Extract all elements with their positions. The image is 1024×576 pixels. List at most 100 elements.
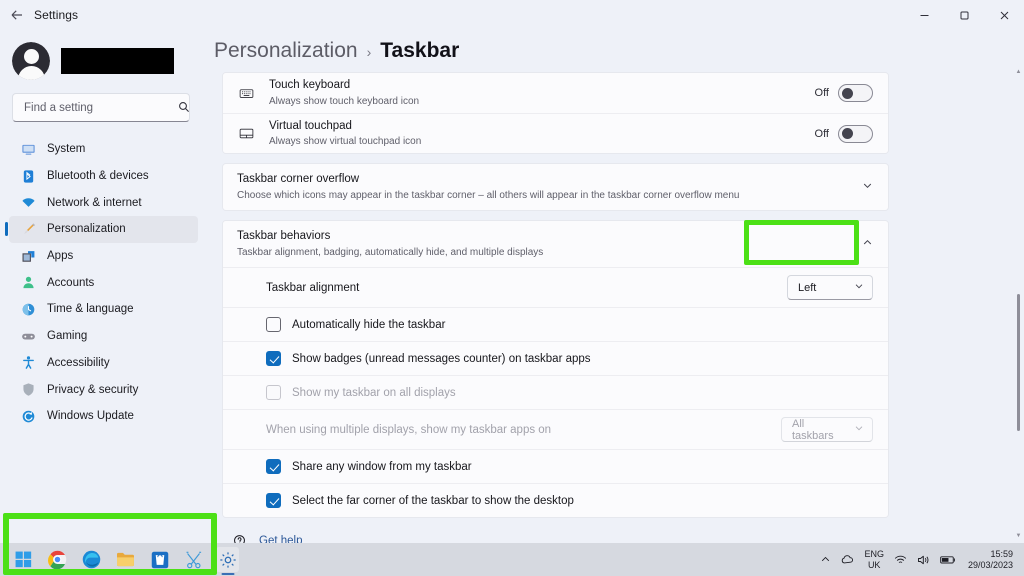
search-input[interactable]: [24, 101, 178, 114]
row-subtitle: Always show touch keyboard icon: [269, 95, 420, 107]
start-icon[interactable]: [12, 547, 35, 572]
search-box[interactable]: [12, 93, 190, 122]
taskbar-icons-card: Touch keyboard Always show touch keyboar…: [222, 72, 889, 155]
chevron-up-icon[interactable]: [820, 554, 831, 565]
language-indicator[interactable]: ENG UK: [864, 549, 884, 570]
sidebar-item-bluetooth-devices[interactable]: Bluetooth & devices: [9, 163, 198, 190]
sidebar-item-label: System: [47, 143, 86, 156]
scrollbar-thumb[interactable]: [1017, 294, 1020, 431]
window-body: System Bluetooth & devices Network & int…: [0, 30, 1024, 543]
multiple-displays-value: All taskbars: [792, 417, 834, 442]
row-auto-hide-taskbar[interactable]: Automatically hide the taskbar: [223, 307, 888, 342]
battery-icon[interactable]: [940, 555, 956, 565]
far-corner-checkbox[interactable]: [266, 493, 281, 509]
sidebar-item-time-language[interactable]: Time & language: [9, 296, 198, 323]
row-share-any-window[interactable]: Share any window from my taskbar: [223, 449, 888, 484]
sidebar-item-gaming[interactable]: Gaming: [9, 323, 198, 350]
speaker-icon[interactable]: [917, 554, 930, 566]
sidebar-item-privacy-security[interactable]: Privacy & security: [9, 376, 198, 403]
close-button[interactable]: [984, 0, 1024, 30]
avatar: [12, 41, 50, 80]
sidebar-item-accessibility[interactable]: Accessibility: [9, 350, 198, 377]
help-icon: [231, 534, 247, 543]
sidebar-item-personalization[interactable]: Personalization: [9, 216, 198, 243]
tray-time: 15:59: [990, 548, 1013, 559]
row-touch-keyboard[interactable]: Touch keyboard Always show touch keyboar…: [223, 73, 888, 114]
bluetooth-icon: [20, 168, 36, 184]
breadcrumb-separator: ›: [366, 44, 372, 60]
language-line1: ENG: [864, 549, 884, 560]
keyboard-icon: [237, 86, 255, 101]
microsoft-store-icon[interactable]: [148, 547, 171, 572]
show-badges-checkbox[interactable]: [266, 351, 281, 367]
page-title: Taskbar: [380, 39, 460, 62]
content-area: Personalization › Taskbar Touch keyboard…: [207, 30, 1024, 543]
sidebar-item-apps[interactable]: Apps: [9, 243, 198, 270]
account-block[interactable]: [0, 30, 207, 86]
section-subtitle: Taskbar alignment, badging, automaticall…: [237, 246, 544, 258]
paintbrush-icon: [20, 221, 36, 237]
scroll-down-arrow[interactable]: ▼: [1016, 532, 1022, 539]
breadcrumb-parent[interactable]: Personalization: [214, 38, 358, 63]
share-any-window-label: Share any window from my taskbar: [292, 460, 472, 473]
file-explorer-icon[interactable]: [114, 547, 137, 572]
section-subtitle: Choose which icons may appear in the tas…: [237, 189, 740, 201]
language-line2: UK: [867, 559, 881, 570]
sidebar-item-accounts[interactable]: Accounts: [9, 269, 198, 296]
settings-icon[interactable]: [216, 547, 239, 572]
sidebar: System Bluetooth & devices Network & int…: [0, 30, 207, 543]
maximize-button[interactable]: [944, 0, 984, 30]
chevron-down-icon[interactable]: [862, 180, 873, 194]
auto-hide-taskbar-checkbox[interactable]: [266, 317, 281, 333]
touch-keyboard-toggle[interactable]: [838, 84, 873, 103]
show-all-displays-checkbox: [266, 385, 281, 401]
scroll-up-arrow[interactable]: ▲: [1016, 68, 1022, 75]
cloud-icon[interactable]: [841, 554, 854, 565]
sidebar-nav: System Bluetooth & devices Network & int…: [0, 136, 207, 430]
account-name-redacted: [61, 47, 174, 74]
taskbar-behaviors-card: Taskbar behaviors Taskbar alignment, bad…: [222, 220, 889, 519]
sidebar-item-windows-update[interactable]: Windows Update: [9, 403, 198, 430]
section-taskbar-corner-overflow[interactable]: Taskbar corner overflow Choose which ico…: [223, 164, 888, 211]
taskbar-alignment-dropdown[interactable]: Left: [787, 275, 873, 301]
back-button[interactable]: [0, 0, 34, 30]
touchpad-icon: [237, 126, 255, 141]
toggle-group: Off: [815, 84, 873, 103]
share-any-window-checkbox[interactable]: [266, 459, 281, 475]
get-help-label: Get help: [259, 534, 303, 543]
toggle-group: Off: [814, 124, 873, 143]
content-scrollbar[interactable]: ▲ ▼: [1016, 68, 1022, 539]
taskbar-alignment-label: Taskbar alignment: [266, 281, 360, 294]
edge-icon[interactable]: [80, 547, 103, 572]
chevron-up-icon[interactable]: [862, 237, 873, 251]
wifi-icon[interactable]: [894, 554, 907, 566]
row-far-corner-show-desktop[interactable]: Select the far corner of the taskbar to …: [223, 483, 888, 518]
section-title: Taskbar behaviors: [237, 230, 331, 243]
monitor-icon: [20, 141, 36, 157]
row-text: Virtual touchpad Always show virtual tou…: [269, 119, 815, 149]
row-show-badges[interactable]: Show badges (unread messages counter) on…: [223, 341, 888, 376]
tray-date: 29/03/2023: [967, 559, 1013, 570]
show-badges-label: Show badges (unread messages counter) on…: [292, 352, 591, 365]
get-help-link[interactable]: Get help: [231, 534, 889, 543]
row-taskbar-alignment: Taskbar alignment Left: [223, 267, 888, 308]
section-taskbar-behaviors[interactable]: Taskbar behaviors Taskbar alignment, bad…: [223, 221, 888, 268]
minimize-button[interactable]: [904, 0, 944, 30]
multiple-displays-label: When using multiple displays, show my ta…: [266, 423, 552, 436]
sidebar-item-label: Apps: [47, 250, 74, 263]
apps-icon: [20, 248, 36, 264]
gamepad-icon: [20, 328, 36, 344]
clock[interactable]: 15:59 29/03/2023: [968, 549, 1013, 571]
row-virtual-touchpad[interactable]: Virtual touchpad Always show virtual tou…: [223, 113, 888, 154]
sidebar-item-label: Privacy & security: [47, 383, 139, 396]
sidebar-item-network-internet[interactable]: Network & internet: [9, 189, 198, 216]
taskbar-app-icons: [0, 547, 239, 572]
taskbar-alignment-value: Left: [798, 281, 817, 294]
snipping-tool-icon[interactable]: [182, 547, 205, 572]
virtual-touchpad-toggle[interactable]: [838, 124, 873, 143]
toggle-state-label: Off: [814, 127, 829, 140]
window-controls: [904, 0, 1024, 30]
chrome-icon[interactable]: [46, 547, 69, 572]
chevron-down-icon: [854, 281, 864, 294]
sidebar-item-system[interactable]: System: [9, 136, 198, 163]
